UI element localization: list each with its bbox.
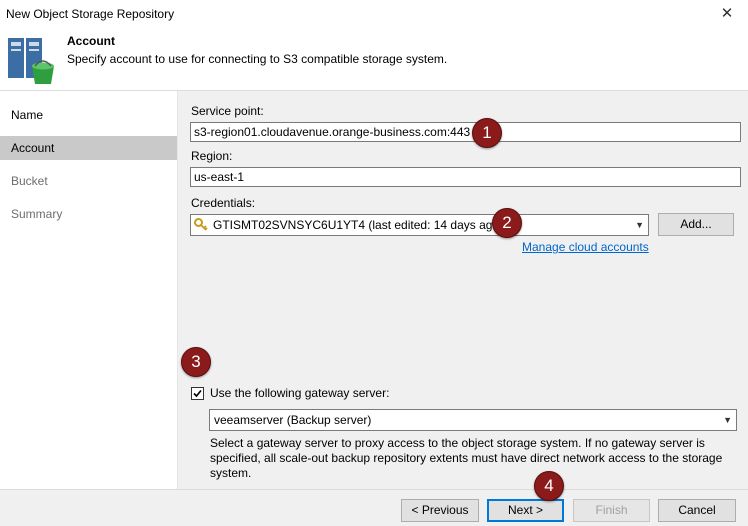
- gateway-description: Select a gateway server to proxy access …: [210, 436, 723, 480]
- credentials-value: GTISMT02SVNSYC6U1YT4 (last edited: 14 da…: [213, 218, 504, 232]
- sidebar-item-summary: Summary: [11, 207, 63, 221]
- wizard-header: Account Specify account to use for conne…: [0, 28, 748, 91]
- wizard-footer: < Previous Next > Finish Cancel: [0, 489, 748, 526]
- annotation-badge-2: 2: [492, 208, 522, 238]
- key-icon: [194, 218, 208, 231]
- region-label: Region:: [191, 149, 233, 163]
- manage-cloud-accounts-link[interactable]: Manage cloud accounts: [522, 240, 649, 254]
- gateway-server-select[interactable]: veeamserver (Backup server) ▼: [209, 409, 737, 431]
- annotation-badge-4: 4: [534, 471, 564, 501]
- page-title: Account: [67, 34, 115, 48]
- gateway-server-value: veeamserver (Backup server): [214, 413, 372, 427]
- previous-button[interactable]: < Previous: [401, 499, 479, 522]
- cancel-button[interactable]: Cancel: [658, 499, 736, 522]
- next-button[interactable]: Next >: [487, 499, 564, 522]
- add-credentials-button[interactable]: Add...: [658, 213, 734, 236]
- title-bar: New Object Storage Repository ✕: [0, 0, 748, 28]
- credentials-select[interactable]: GTISMT02SVNSYC6U1YT4 (last edited: 14 da…: [190, 214, 649, 236]
- sidebar-item-bucket: Bucket: [11, 174, 48, 188]
- sidebar-item-name[interactable]: Name: [0, 103, 177, 127]
- page-subtitle: Specify account to use for connecting to…: [67, 52, 448, 66]
- close-icon[interactable]: ✕: [712, 2, 742, 26]
- window-title: New Object Storage Repository: [6, 7, 175, 21]
- gateway-checkbox[interactable]: [191, 387, 204, 400]
- region-input[interactable]: us-east-1: [190, 167, 741, 187]
- checkmark-icon: [193, 389, 202, 398]
- service-point-label: Service point:: [191, 104, 264, 118]
- finish-button: Finish: [573, 499, 650, 522]
- chevron-down-icon[interactable]: ▼: [723, 410, 732, 430]
- object-storage-bucket-icon: [8, 38, 54, 84]
- chevron-down-icon[interactable]: ▼: [635, 215, 644, 235]
- service-point-input[interactable]: s3-region01.cloudavenue.orange-business.…: [190, 122, 741, 142]
- credentials-label: Credentials:: [191, 196, 256, 210]
- gateway-checkbox-label[interactable]: Use the following gateway server:: [210, 386, 389, 400]
- main-panel: Service point: s3-region01.cloudavenue.o…: [178, 91, 748, 489]
- annotation-badge-1: 1: [472, 118, 502, 148]
- wizard-steps-sidebar: Name Account Bucket Summary: [0, 91, 178, 489]
- sidebar-item-account[interactable]: Account: [0, 136, 177, 160]
- annotation-badge-3: 3: [181, 347, 211, 377]
